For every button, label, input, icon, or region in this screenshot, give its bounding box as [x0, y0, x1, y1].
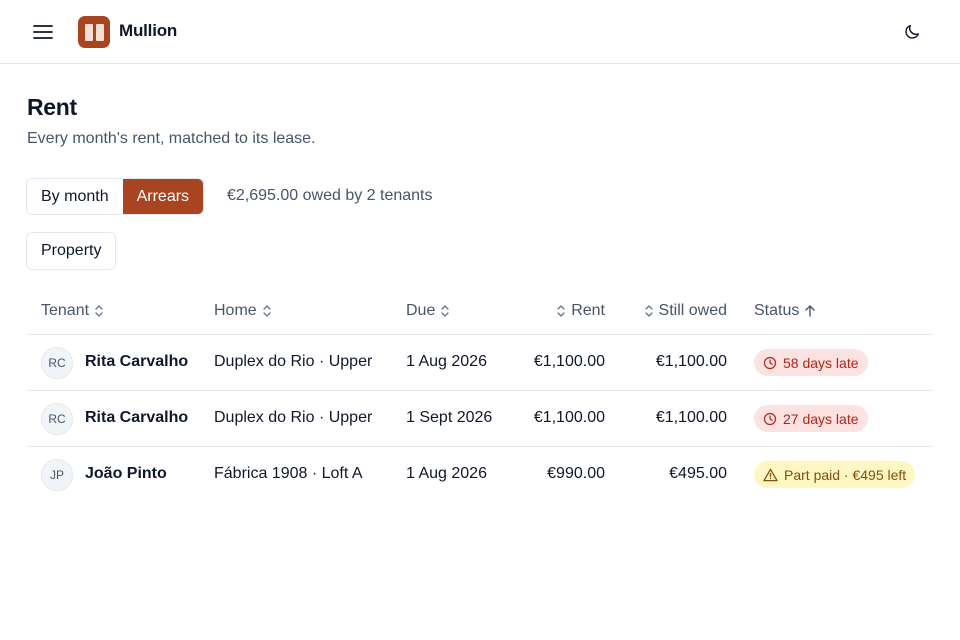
sort-both-icon: [263, 305, 271, 317]
home-name: Duplex do Rio · Upper: [214, 353, 373, 370]
due-date: 1 Aug 2026: [406, 465, 487, 482]
sort-both-icon: [95, 305, 103, 317]
rent-amount: €990.00: [547, 465, 605, 482]
theme-toggle-button[interactable]: [896, 16, 928, 48]
still-owed-amount: €1,100.00: [655, 353, 727, 370]
home-name: Duplex do Rio · Upper: [214, 409, 373, 426]
clock-icon: [763, 412, 777, 425]
column-label: Home: [214, 302, 257, 319]
sort-ascending-icon: [805, 305, 816, 317]
arrears-table: Tenant Home Due Rent Still owed Status R…: [27, 287, 933, 503]
brand-name[interactable]: Mullion: [119, 21, 177, 41]
column-header-home[interactable]: Home: [214, 302, 272, 320]
column-header-still-owed[interactable]: Still owed: [644, 302, 727, 320]
avatar: RC: [41, 403, 73, 435]
status-badge: 27 days late: [754, 405, 868, 432]
moon-icon: [905, 24, 920, 39]
avatar: RC: [41, 347, 73, 379]
logo-pane-right: [95, 23, 104, 41]
status-badge: Part paid · €495 left: [754, 461, 916, 488]
hamburger-menu-icon: [33, 25, 53, 39]
property-filter-button[interactable]: Property: [26, 232, 117, 270]
column-label: Rent: [571, 302, 605, 319]
column-label: Tenant: [41, 302, 90, 319]
column-header-due[interactable]: Due: [406, 302, 450, 320]
still-owed-amount: €495.00: [669, 465, 727, 482]
table-header: Tenant Home Due Rent Still owed Status: [27, 287, 933, 335]
tenant-name: Rita Carvalho: [85, 409, 189, 426]
column-header-status[interactable]: Status: [754, 302, 816, 320]
still-owed-amount: €1,100.00: [655, 409, 727, 426]
top-bar: Mullion: [0, 0, 960, 64]
view-toggle: By month Arrears: [26, 178, 205, 215]
rent-amount: €1,100.00: [533, 409, 605, 426]
column-label: Status: [754, 302, 800, 319]
table-row[interactable]: RC Rita Carvalho Duplex do Rio · Upper 1…: [27, 391, 933, 447]
sort-both-icon: [441, 305, 450, 317]
brand-logo[interactable]: [78, 16, 110, 48]
home-name: Fábrica 1908 · Loft A: [214, 465, 363, 482]
due-date: 1 Aug 2026: [406, 353, 487, 370]
clock-icon: [763, 356, 777, 369]
view-arrears-button[interactable]: Arrears: [122, 179, 204, 214]
column-label: Still owed: [658, 302, 727, 319]
page-subtitle: Every month's rent, matched to its lease…: [27, 130, 316, 147]
view-by-month-button[interactable]: By month: [27, 179, 123, 214]
menu-button[interactable]: [26, 16, 60, 48]
sort-both-icon: [644, 305, 653, 317]
rent-amount: €1,100.00: [533, 353, 605, 370]
tenant-name: João Pinto: [85, 465, 167, 482]
status-text: 58 days late: [783, 354, 859, 371]
column-header-tenant[interactable]: Tenant: [41, 302, 104, 320]
page-title: Rent: [27, 94, 77, 120]
table-row[interactable]: JP João Pinto Fábrica 1908 · Loft A 1 Au…: [27, 447, 933, 503]
warning-triangle-icon: [763, 468, 778, 481]
logo-pane-left: [84, 23, 93, 41]
status-badge: 58 days late: [754, 349, 868, 376]
column-label: Due: [406, 302, 436, 319]
avatar: JP: [41, 459, 73, 491]
arrears-summary: €2,695.00 owed by 2 tenants: [227, 187, 433, 204]
column-header-rent[interactable]: Rent: [556, 302, 605, 320]
table-row[interactable]: RC Rita Carvalho Duplex do Rio · Upper 1…: [27, 335, 933, 391]
sort-both-icon: [557, 305, 565, 317]
status-text: 27 days late: [783, 410, 859, 427]
tenant-name: Rita Carvalho: [85, 353, 189, 370]
due-date: 1 Sept 2026: [406, 409, 493, 426]
status-text: Part paid · €495 left: [784, 466, 907, 483]
